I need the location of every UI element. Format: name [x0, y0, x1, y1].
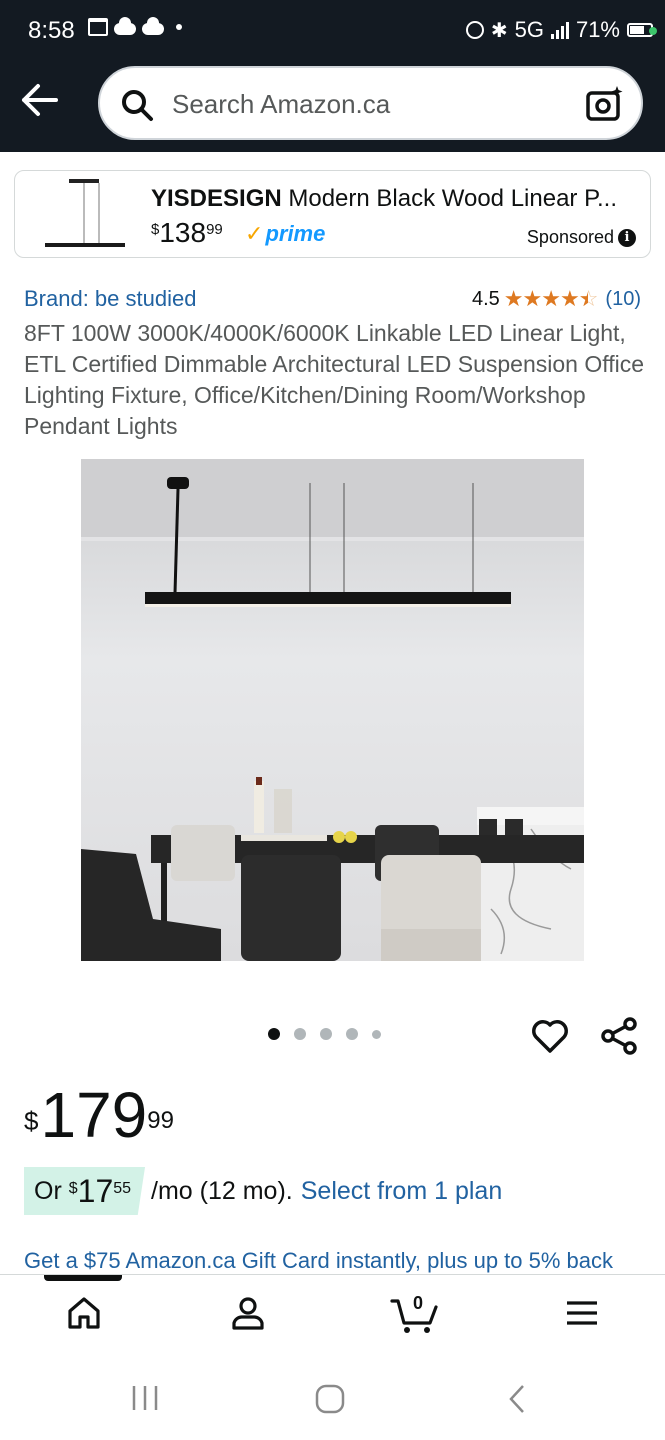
- image-dot[interactable]: [294, 1028, 306, 1040]
- share-icon[interactable]: [600, 1016, 640, 1056]
- sponsored-product-title[interactable]: YISDESIGN Modern Black Wood Linear P...: [151, 185, 631, 213]
- product-title: 8FT 100W 3000K/4000K/6000K Linkable LED …: [24, 320, 644, 439]
- battery-icon: [627, 23, 657, 37]
- camera-search-icon[interactable]: [585, 84, 625, 124]
- battery-label: 71%: [575, 17, 620, 42]
- price-cents: 99: [147, 1107, 174, 1134]
- weather-icon: [142, 17, 164, 35]
- sponsored-price: $13899: [151, 217, 223, 249]
- monthly-term: /mo (12 mo).: [151, 1176, 293, 1205]
- home-icon[interactable]: [66, 1295, 102, 1331]
- active-tab-indicator: [44, 1275, 122, 1281]
- calendar-icon: [88, 18, 108, 36]
- sponsored-price-whole: 138: [159, 217, 207, 248]
- prime-label: prime: [265, 221, 326, 246]
- bottom-nav: 0: [0, 1274, 665, 1358]
- info-icon[interactable]: i: [618, 228, 636, 247]
- search-icon: [122, 90, 153, 121]
- sponsored-product-image: [45, 179, 125, 247]
- monthly-cents: 55: [113, 1180, 132, 1197]
- back-arrow-icon[interactable]: [20, 82, 60, 118]
- sponsored-price-currency: $: [151, 221, 160, 238]
- monthly-prefix: Or: [34, 1176, 62, 1205]
- product-image[interactable]: [81, 459, 584, 961]
- image-pagination[interactable]: [268, 1028, 381, 1040]
- monthly-badge: Or $17 55: [24, 1167, 146, 1215]
- select-plan-link[interactable]: Select from 1 plan: [301, 1177, 503, 1206]
- recent-apps-icon[interactable]: [130, 1384, 160, 1412]
- more-notifications-icon: [176, 24, 182, 30]
- prime-badge: ✓prime: [245, 221, 325, 247]
- cloud-icon: [114, 17, 136, 35]
- monthly-whole: 17: [77, 1172, 114, 1209]
- bluetooth-icon: ✱: [490, 19, 508, 42]
- sponsored-label[interactable]: Sponsored i: [527, 227, 636, 248]
- system-back-icon[interactable]: [505, 1384, 529, 1414]
- sponsored-label-text: Sponsored: [526, 227, 614, 247]
- home-button-icon[interactable]: [315, 1384, 345, 1414]
- account-icon[interactable]: [230, 1295, 266, 1331]
- sponsored-product-card[interactable]: YISDESIGN Modern Black Wood Linear P... …: [14, 170, 651, 258]
- image-dot[interactable]: [320, 1028, 332, 1040]
- image-dot[interactable]: [372, 1029, 381, 1039]
- menu-icon[interactable]: [564, 1295, 600, 1331]
- product-price: $17999: [24, 1080, 174, 1150]
- status-bar: 8:58 ✱ 5G 71%: [0, 0, 665, 62]
- brand-link[interactable]: Brand: be studied: [24, 286, 196, 312]
- heart-icon[interactable]: [530, 1016, 570, 1056]
- rating-summary[interactable]: 4.5 ★★★★★☆ (10): [472, 286, 641, 312]
- status-right: ✱ 5G 71%: [465, 17, 657, 43]
- search-input[interactable]: [172, 84, 572, 124]
- cart-button[interactable]: 0: [390, 1293, 440, 1335]
- star-rating-icon: ★★★★★☆: [503, 286, 599, 311]
- image-dot[interactable]: [268, 1028, 280, 1040]
- image-dot[interactable]: [346, 1028, 358, 1040]
- top-bar: 8:58 ✱ 5G 71%: [0, 0, 665, 152]
- cart-count: 0: [412, 1293, 423, 1313]
- rating-value: 4.5: [471, 287, 500, 310]
- search-bar[interactable]: [98, 66, 643, 140]
- sponsored-price-cents: 99: [206, 221, 223, 238]
- price-whole: 179: [40, 1079, 148, 1151]
- system-nav-bar: [0, 1358, 665, 1440]
- sponsored-brand: YISDESIGN: [151, 185, 282, 212]
- signal-icon: [550, 21, 569, 39]
- alarm-icon: [465, 21, 484, 39]
- status-time: 8:58: [28, 17, 75, 44]
- price-currency: $: [24, 1106, 39, 1136]
- network-label: 5G: [514, 17, 544, 42]
- rating-count[interactable]: (10): [605, 288, 641, 311]
- sponsored-title-text: Modern Black Wood Linear P...: [281, 185, 617, 212]
- monthly-currency: $: [68, 1180, 78, 1197]
- monthly-payment: Or $17 55 /mo (12 mo). Select from 1 plan: [24, 1167, 502, 1215]
- gift-card-offer-link[interactable]: Get a $75 Amazon.ca Gift Card instantly,…: [24, 1248, 613, 1274]
- prime-check-icon: ✓: [245, 221, 264, 246]
- notification-icons: [88, 17, 182, 36]
